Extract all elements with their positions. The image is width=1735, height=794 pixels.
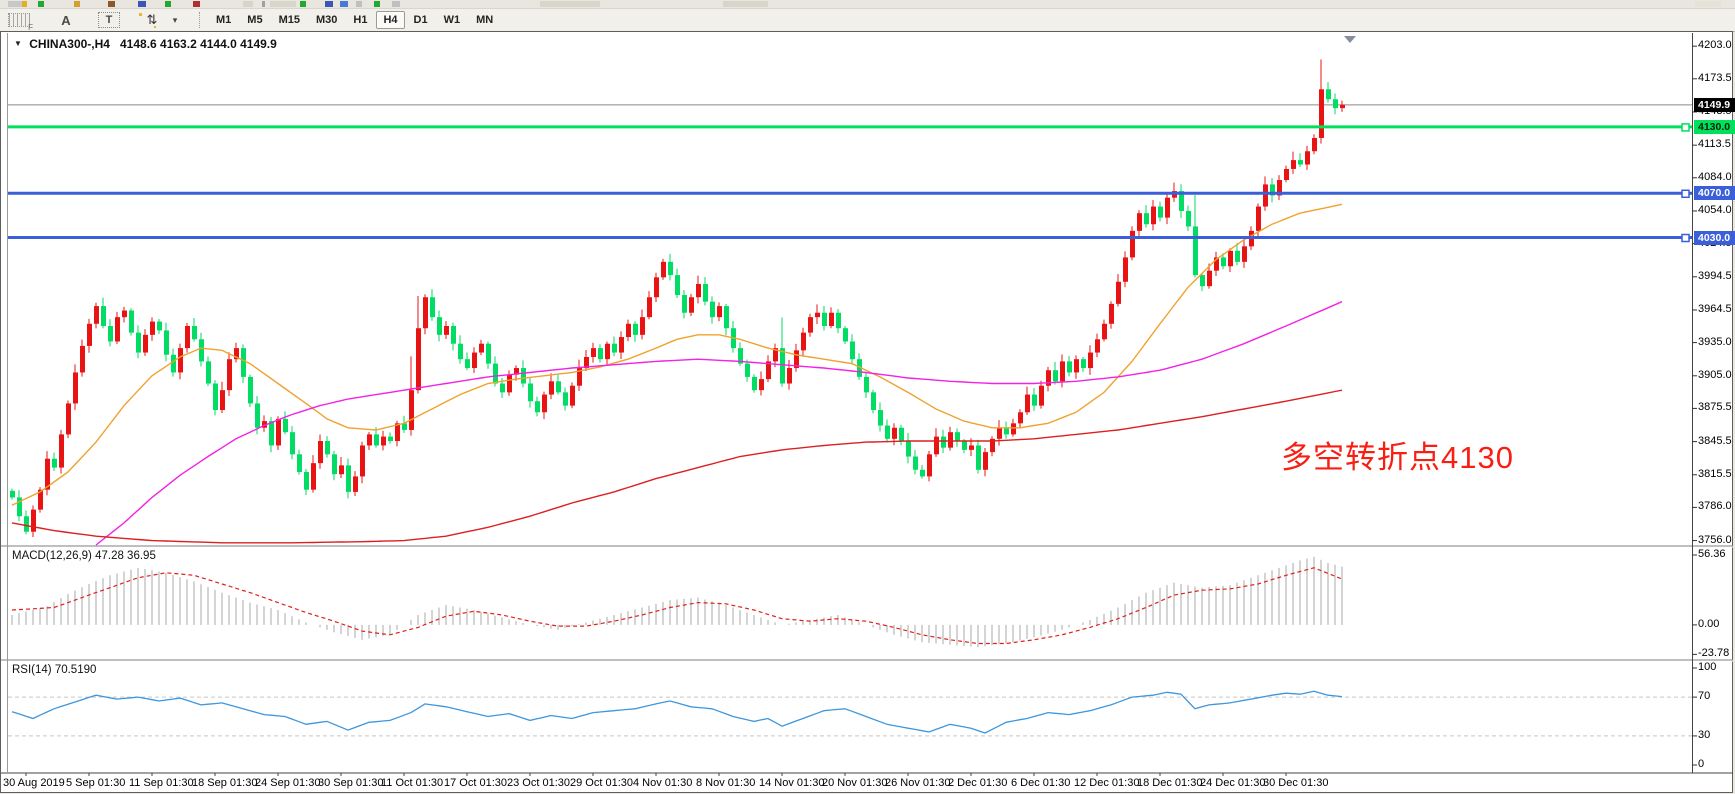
- rsi-axis-label: 100: [1698, 661, 1716, 673]
- toolbar-icon-fragment: [38, 1, 44, 7]
- price-axis-label: 3845.5: [1698, 435, 1732, 447]
- toolbar-icon-fragment: [193, 1, 200, 7]
- date-axis-label: 6 Dec 01:30: [1011, 777, 1070, 789]
- spark-icon: [139, 13, 142, 16]
- spark-icon: [154, 26, 156, 28]
- rsi-axis-label: 30: [1698, 729, 1710, 741]
- toolbar-icon-fragment: [22, 1, 27, 7]
- date-axis-label: 29 Oct 01:30: [570, 777, 633, 789]
- toolbar-icon-fragment: [392, 1, 400, 7]
- textbox-tool-icon[interactable]: T: [98, 12, 120, 28]
- toolbar-icon-fragment: [74, 1, 80, 7]
- price-axis-label: 4084.0: [1698, 171, 1732, 183]
- price-axis-label: 4173.5: [1698, 72, 1732, 84]
- crosshair-grid-icon[interactable]: F: [8, 13, 30, 27]
- tf-button-M15[interactable]: M15: [272, 11, 307, 29]
- date-axis-label: 18 Dec 01:30: [1137, 777, 1202, 789]
- current-price-badge: 4149.9: [1694, 98, 1735, 112]
- toolbar-row-main: F A T ⇅ ▾ M1M5M15M30H1H4D1W1MN: [0, 9, 1735, 32]
- rsi-axis-label: 70: [1698, 690, 1710, 702]
- chart-title: ▼ CHINA300-,H4 4148.6 4163.2 4144.0 4149…: [14, 37, 277, 51]
- date-axis-label: 20 Nov 01:30: [822, 777, 887, 789]
- toolbar-icon-fragment: [270, 1, 296, 7]
- toolbar-icon-fragment: [165, 1, 171, 7]
- price-axis-label: 3875.5: [1698, 401, 1732, 413]
- chart-window[interactable]: [0, 31, 1733, 793]
- price-axis-label: 4113.5: [1698, 138, 1731, 150]
- toolbar-icon-fragment: [723, 1, 768, 7]
- date-axis-label: 5 Sep 01:30: [66, 777, 125, 789]
- tf-button-D1[interactable]: D1: [407, 11, 435, 29]
- price-axis-label: 4203.0: [1698, 39, 1732, 51]
- arrange-arrows-icon[interactable]: ⇅: [142, 11, 162, 29]
- date-axis-label: 12 Dec 01:30: [1074, 777, 1139, 789]
- toolbar-icon-fragment: [300, 1, 306, 7]
- date-axis-label: 14 Nov 01:30: [759, 777, 824, 789]
- date-axis-label: 2 Dec 01:30: [948, 777, 1007, 789]
- toolbar-separator: [199, 12, 203, 28]
- chart-ohlc-values: 4148.6 4163.2 4144.0 4149.9: [120, 37, 277, 51]
- date-axis-label: 8 Nov 01:30: [696, 777, 755, 789]
- price-axis-label: 3786.0: [1698, 500, 1732, 512]
- toolbar-icon-fragment: [356, 1, 362, 7]
- toolbar-icon-fragment: [243, 1, 253, 7]
- tf-button-MN[interactable]: MN: [469, 11, 500, 29]
- macd-axis-label: 56.36: [1698, 548, 1726, 560]
- date-axis-label: 17 Oct 01:30: [444, 777, 507, 789]
- price-axis-label: 3935.0: [1698, 336, 1732, 348]
- toolbar-icon-fragment: [1695, 1, 1721, 7]
- tf-button-H4[interactable]: H4: [376, 11, 404, 29]
- date-axis-label: 26 Nov 01:30: [885, 777, 950, 789]
- toolbar-icon-fragment: [8, 1, 22, 7]
- hline-price-badge: 4130.0: [1694, 120, 1735, 134]
- tf-button-M5[interactable]: M5: [240, 11, 269, 29]
- date-axis-label: 11 Oct 01:30: [381, 777, 443, 789]
- toolbar-row-top: [0, 0, 1735, 9]
- toolbar-icon-fragment: [108, 1, 115, 7]
- toolbar-icon-fragment: [262, 1, 265, 7]
- chart-text-annotation[interactable]: 多空转折点4130: [1281, 432, 1514, 477]
- date-axis-label: 24 Dec 01:30: [1200, 777, 1265, 789]
- price-axis-label: 3905.0: [1698, 369, 1732, 381]
- tf-button-W1[interactable]: W1: [437, 11, 468, 29]
- tf-button-H1[interactable]: H1: [346, 11, 374, 29]
- date-axis-label: 11 Sep 01:30: [129, 777, 194, 789]
- rsi-axis-label: 0: [1698, 758, 1704, 770]
- price-axis-label: 3756.0: [1698, 534, 1732, 546]
- hline-price-badge: 4070.0: [1694, 186, 1735, 200]
- toolbar-icon-fragment: [374, 1, 380, 7]
- date-axis-label: 4 Nov 01:30: [633, 777, 692, 789]
- tf-button-M1[interactable]: M1: [209, 11, 238, 29]
- price-axis-label: 4054.0: [1698, 204, 1732, 216]
- date-axis-label: 30 Dec 01:30: [1263, 777, 1328, 789]
- tool-dropdown-caret-icon[interactable]: ▾: [165, 11, 185, 29]
- timeframe-group: M1M5M15M30H1H4D1W1MN: [209, 11, 500, 29]
- price-axis-label: 3964.5: [1698, 303, 1732, 315]
- date-axis-label: 24 Sep 01:30: [255, 777, 320, 789]
- chart-symbol-period: CHINA300-,H4: [29, 37, 110, 51]
- toolbar-icon-fragment: [540, 1, 600, 7]
- date-axis-label: 30 Aug 2019: [3, 777, 65, 789]
- toolbar-icon-fragment: [340, 1, 348, 7]
- tf-button-M30[interactable]: M30: [309, 11, 344, 29]
- toolbar-icon-fragment: [138, 1, 146, 7]
- price-axis-label: 3994.5: [1698, 270, 1732, 282]
- rsi-indicator-label: RSI(14) 70.5190: [12, 664, 96, 676]
- date-axis-label: 30 Sep 01:30: [318, 777, 383, 789]
- hline-price-badge: 4030.0: [1694, 231, 1735, 245]
- toolbar-icon-fragment: [325, 1, 333, 7]
- macd-axis-label: -23.78: [1698, 647, 1729, 659]
- collapse-triangle-icon[interactable]: ▼: [14, 39, 22, 48]
- macd-axis-label: 0.00: [1698, 618, 1719, 630]
- date-axis-label: 18 Sep 01:30: [192, 777, 257, 789]
- macd-indicator-label: MACD(12,26,9) 47.28 36.95: [12, 550, 156, 562]
- date-axis-label: 23 Oct 01:30: [507, 777, 570, 789]
- price-axis-label: 3815.5: [1698, 468, 1732, 480]
- text-tool-icon[interactable]: A: [56, 11, 76, 29]
